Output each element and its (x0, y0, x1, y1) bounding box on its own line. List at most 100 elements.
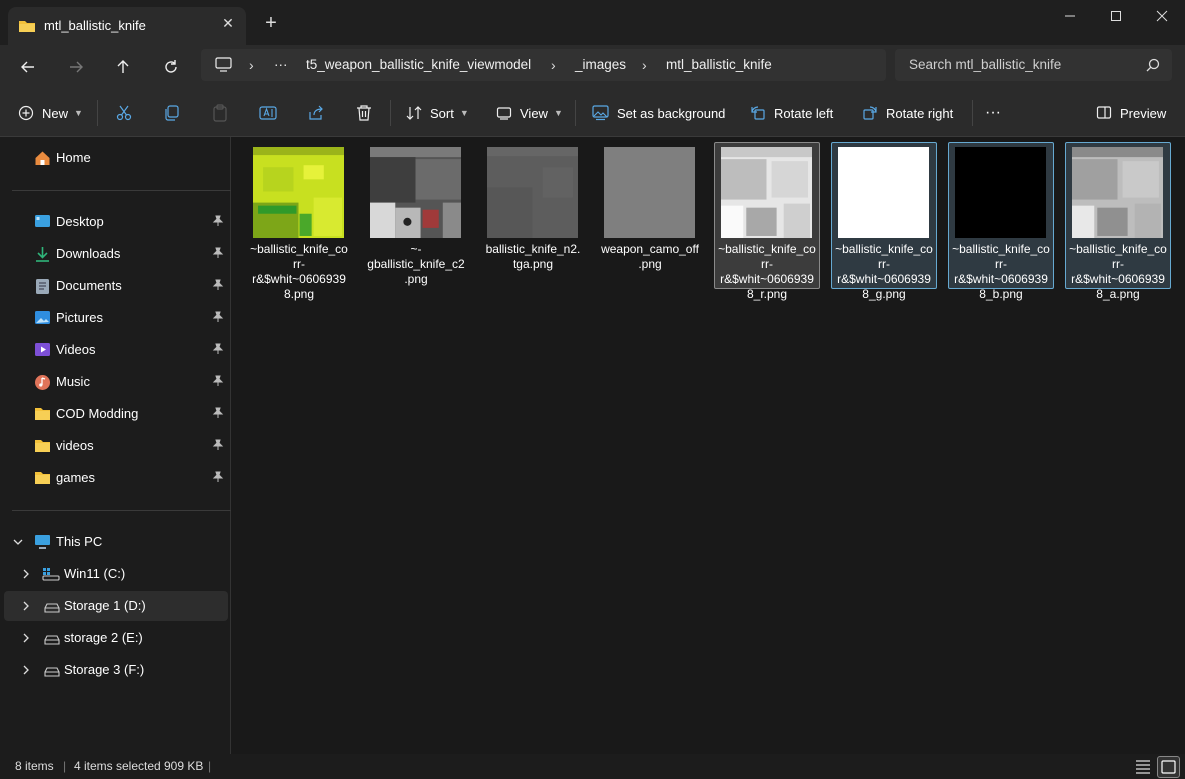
sidebar-item-label: This PC (56, 534, 103, 549)
chevron-right-icon[interactable] (20, 664, 32, 679)
desktop-icon (34, 214, 51, 232)
sidebar-item-drive-c[interactable]: Win11 (C:) (4, 559, 228, 589)
pin-icon[interactable] (212, 407, 224, 422)
view-button[interactable]: View ▼ (496, 102, 563, 124)
delete-button[interactable] (355, 102, 381, 124)
close-window-button[interactable] (1139, 0, 1185, 32)
back-button[interactable] (16, 55, 40, 79)
details-view-button[interactable] (1135, 759, 1151, 777)
pin-icon[interactable] (212, 279, 224, 294)
sidebar-item-cod-modding[interactable]: COD Modding (4, 399, 228, 429)
sidebar-item-documents[interactable]: Documents (4, 271, 228, 301)
file-name: ~ballistic_knife_corr-r&$whit~06069398_g… (835, 242, 933, 301)
wallpaper-icon (592, 105, 609, 121)
breadcrumb-item[interactable]: _images (575, 57, 626, 72)
preview-pane-button[interactable]: Preview (1096, 102, 1166, 124)
paste-button[interactable] (211, 102, 237, 124)
sidebar-item-videos[interactable]: Videos (4, 335, 228, 365)
search-input[interactable]: Search mtl_ballistic_knife (909, 57, 1061, 72)
computer-icon[interactable] (215, 57, 232, 76)
windows-drive-icon (42, 566, 60, 584)
file-item[interactable]: ~ballistic_knife_corr-r&$whit~06069398.p… (246, 142, 352, 301)
set-as-background-button[interactable]: Set as background (592, 102, 725, 124)
pin-icon[interactable] (212, 439, 224, 454)
copy-button[interactable] (163, 102, 189, 124)
sidebar-item-videos-folder[interactable]: videos (4, 431, 228, 461)
pin-icon[interactable] (212, 471, 224, 486)
chevron-right-icon[interactable]: › (551, 57, 556, 73)
share-button[interactable] (307, 102, 333, 124)
file-item[interactable]: weapon_camo_off.png (597, 142, 703, 289)
search-icon (1146, 58, 1160, 75)
search-box[interactable]: Search mtl_ballistic_knife (895, 49, 1172, 81)
sidebar-item-label: games (56, 470, 96, 485)
address-bar[interactable]: › ··· t5_weapon_ballistic_knife_viewmode… (201, 49, 886, 81)
rotate-left-button[interactable]: Rotate left (750, 102, 833, 124)
sidebar-item-drive-d[interactable]: Storage 1 (D:) (4, 591, 228, 621)
sidebar-item-pictures[interactable]: Pictures (4, 303, 228, 333)
file-item[interactable]: ballistic_knife_n2.tga.png (480, 142, 586, 289)
close-tab-icon[interactable]: ✕ (220, 15, 236, 31)
sidebar-item-label: Videos (56, 342, 96, 357)
breadcrumb-item[interactable]: t5_weapon_ballistic_knife_viewmodel (306, 57, 531, 72)
file-item[interactable]: ~ballistic_knife_corr-r&$whit~06069398_b… (948, 142, 1054, 301)
refresh-button[interactable] (159, 55, 183, 79)
pin-icon[interactable] (212, 343, 224, 358)
new-button[interactable]: New ▼ (18, 102, 83, 124)
large-icons-view-button[interactable] (1157, 756, 1180, 778)
sidebar-divider (12, 510, 248, 511)
breadcrumb-more[interactable]: ··· (274, 57, 288, 72)
rotate-right-button[interactable]: Rotate right (862, 102, 953, 124)
chevron-right-icon[interactable]: › (249, 57, 254, 73)
sidebar-item-home[interactable]: Home (4, 143, 228, 173)
file-item[interactable]: ~ballistic_knife_corr-r&$whit~06069398_r… (714, 142, 820, 301)
view-icon (496, 107, 512, 120)
sidebar-item-this-pc[interactable]: This PC (4, 527, 228, 557)
pin-icon[interactable] (212, 247, 224, 262)
close-icon (1156, 10, 1168, 22)
cut-button[interactable] (115, 102, 141, 124)
tab-mtl-ballistic-knife[interactable]: mtl_ballistic_knife ✕ (8, 7, 246, 45)
music-icon (34, 374, 51, 394)
sidebar-item-drive-f[interactable]: Storage 3 (F:) (4, 655, 228, 685)
chevron-right-icon[interactable] (20, 600, 32, 615)
document-icon (35, 278, 50, 298)
forward-button[interactable] (64, 55, 88, 79)
breadcrumb-item[interactable]: mtl_ballistic_knife (666, 57, 772, 72)
new-tab-button[interactable]: + (262, 13, 280, 33)
folder-icon (34, 406, 51, 424)
sidebar-item-games[interactable]: games (4, 463, 228, 493)
pin-icon[interactable] (212, 375, 224, 390)
more-options-button[interactable]: ··· (985, 102, 1001, 124)
chevron-right-icon[interactable] (20, 568, 32, 583)
chevron-right-icon[interactable]: › (642, 57, 647, 73)
status-divider: | (63, 759, 67, 773)
rotate-right-label: Rotate right (886, 105, 954, 121)
pin-icon[interactable] (212, 311, 224, 326)
pin-icon[interactable] (212, 215, 224, 230)
file-item[interactable]: ~ballistic_knife_corr-r&$whit~06069398_a… (1065, 142, 1171, 301)
file-name: ~-gballistic_knife_c2.png (367, 242, 465, 286)
details-view-icon (1136, 760, 1150, 774)
pictures-icon (34, 310, 51, 328)
sidebar-item-downloads[interactable]: Downloads (4, 239, 228, 269)
file-item[interactable]: ~ballistic_knife_corr-r&$whit~06069398_g… (831, 142, 937, 301)
chevron-down-icon[interactable] (12, 536, 24, 551)
computer-icon (34, 534, 51, 553)
chevron-right-icon[interactable] (20, 632, 32, 647)
sidebar-item-desktop[interactable]: Desktop (4, 207, 228, 237)
file-item[interactable]: ~-gballistic_knife_c2.png (363, 142, 469, 289)
folder-icon (34, 438, 51, 456)
clipboard-icon (213, 104, 227, 122)
sort-button[interactable]: Sort ▼ (406, 102, 469, 124)
rename-button[interactable] (259, 102, 285, 124)
item-count: 8 items (15, 759, 54, 773)
maximize-button[interactable] (1093, 0, 1139, 32)
sidebar-item-drive-e[interactable]: storage 2 (E:) (4, 623, 228, 653)
sidebar-item-music[interactable]: Music (4, 367, 228, 397)
up-button[interactable] (111, 55, 135, 79)
image-thumbnail (1072, 147, 1163, 238)
sidebar-item-label: Desktop (56, 214, 104, 229)
minimize-button[interactable] (1047, 0, 1093, 32)
set-as-background-label: Set as background (617, 105, 726, 121)
